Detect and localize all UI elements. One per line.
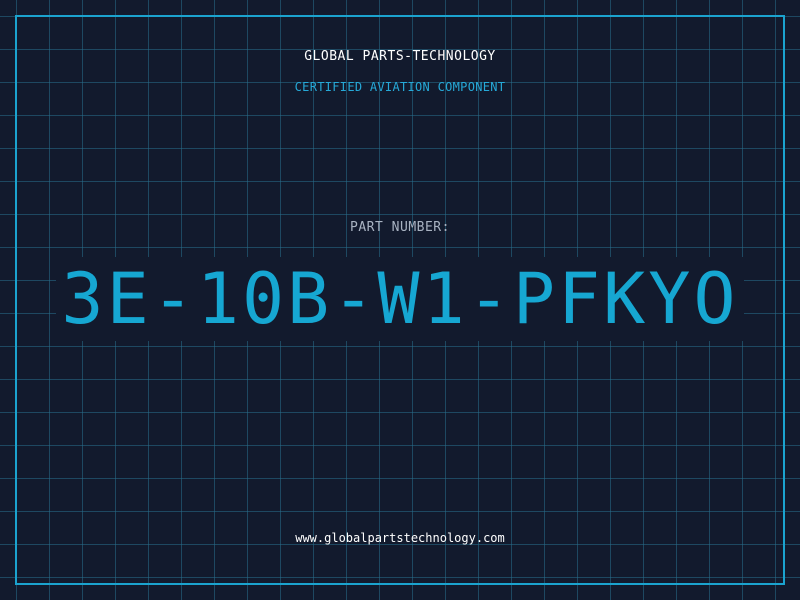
company-name: GLOBAL PARTS-TECHNOLOGY: [304, 49, 496, 64]
part-number-value: 3E-10B-W1-PFKYO: [61, 258, 739, 340]
website-url: www.globalpartstechnology.com: [295, 531, 505, 545]
part-number-label: PART NUMBER:: [350, 220, 450, 235]
certification-subtitle: CERTIFIED AVIATION COMPONENT: [294, 80, 506, 94]
